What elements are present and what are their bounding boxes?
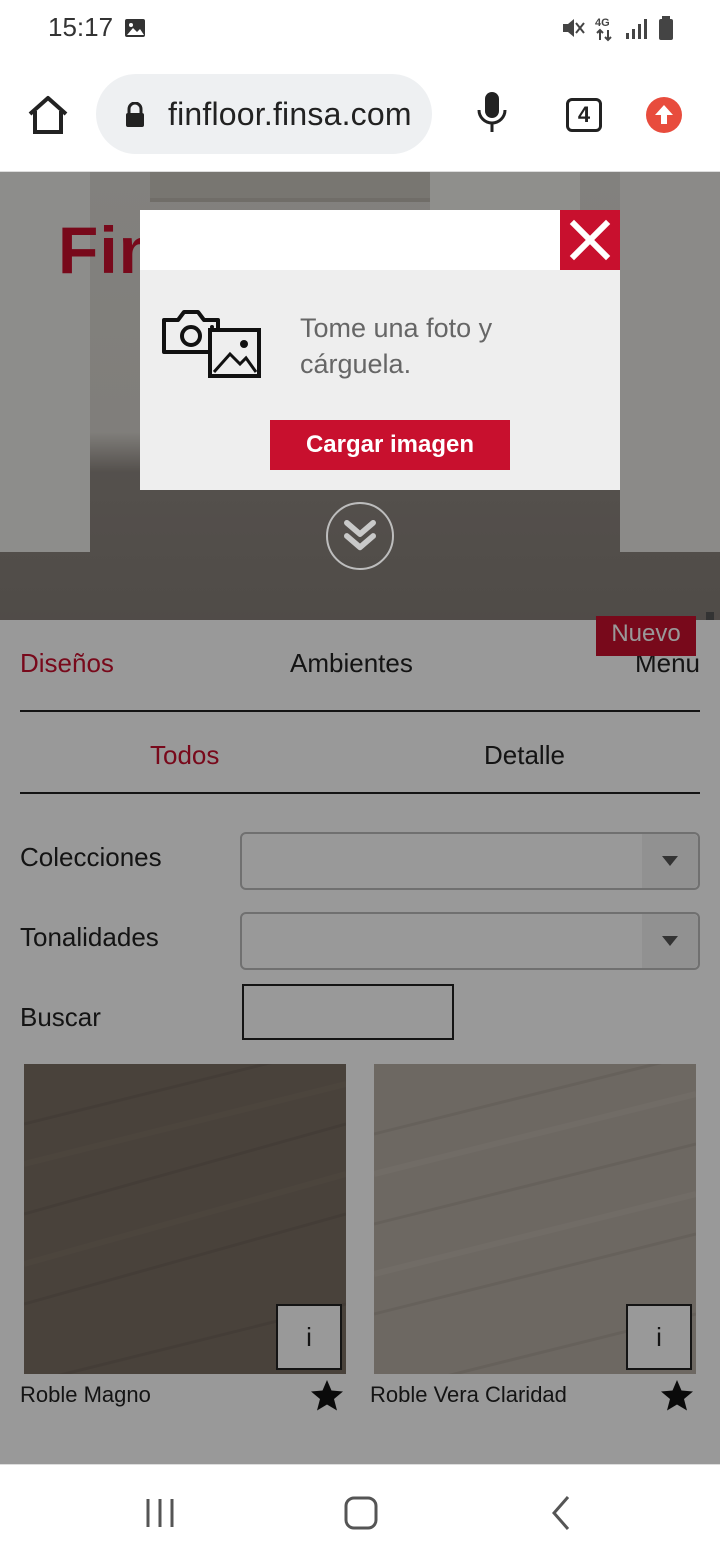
- 4g-icon: 4G: [595, 17, 612, 42]
- mute-icon: [563, 19, 585, 37]
- battery-icon: [659, 16, 673, 40]
- close-icon: [569, 219, 611, 261]
- status-icons: 4G: [560, 14, 674, 42]
- image-icon: [125, 19, 145, 37]
- close-button[interactable]: [560, 210, 620, 270]
- update-icon[interactable]: [646, 97, 682, 133]
- modal-message: Tome una foto y cárguela.: [300, 313, 493, 379]
- signal-icon: [626, 19, 647, 39]
- home-nav-icon[interactable]: [341, 1493, 381, 1533]
- address-bar[interactable]: finfloor.finsa.com: [96, 74, 432, 154]
- upload-image-modal: Tome una foto y cárguela. Cargar imagen: [140, 210, 620, 490]
- url-text: finfloor.finsa.com: [168, 96, 412, 132]
- arrow-up-icon: [655, 105, 673, 124]
- lock-icon: [126, 102, 144, 127]
- recent-apps-icon[interactable]: [140, 1493, 180, 1533]
- camera-gallery-icon: [162, 310, 261, 378]
- svg-text:4G: 4G: [595, 17, 610, 29]
- tab-switcher-button[interactable]: 4: [566, 98, 602, 132]
- browser-toolbar: finfloor.finsa.com 4: [0, 60, 720, 172]
- modal-header: [140, 210, 620, 270]
- microphone-icon[interactable]: [476, 90, 508, 136]
- upload-image-button[interactable]: Cargar imagen: [270, 420, 510, 470]
- scroll-down-icon[interactable]: [326, 502, 394, 570]
- back-icon[interactable]: [542, 1493, 582, 1533]
- status-bar: 15:17 4G: [0, 0, 720, 60]
- home-icon[interactable]: [26, 94, 70, 136]
- status-time: 15:17: [48, 12, 114, 42]
- system-navigation-bar: [0, 1464, 720, 1560]
